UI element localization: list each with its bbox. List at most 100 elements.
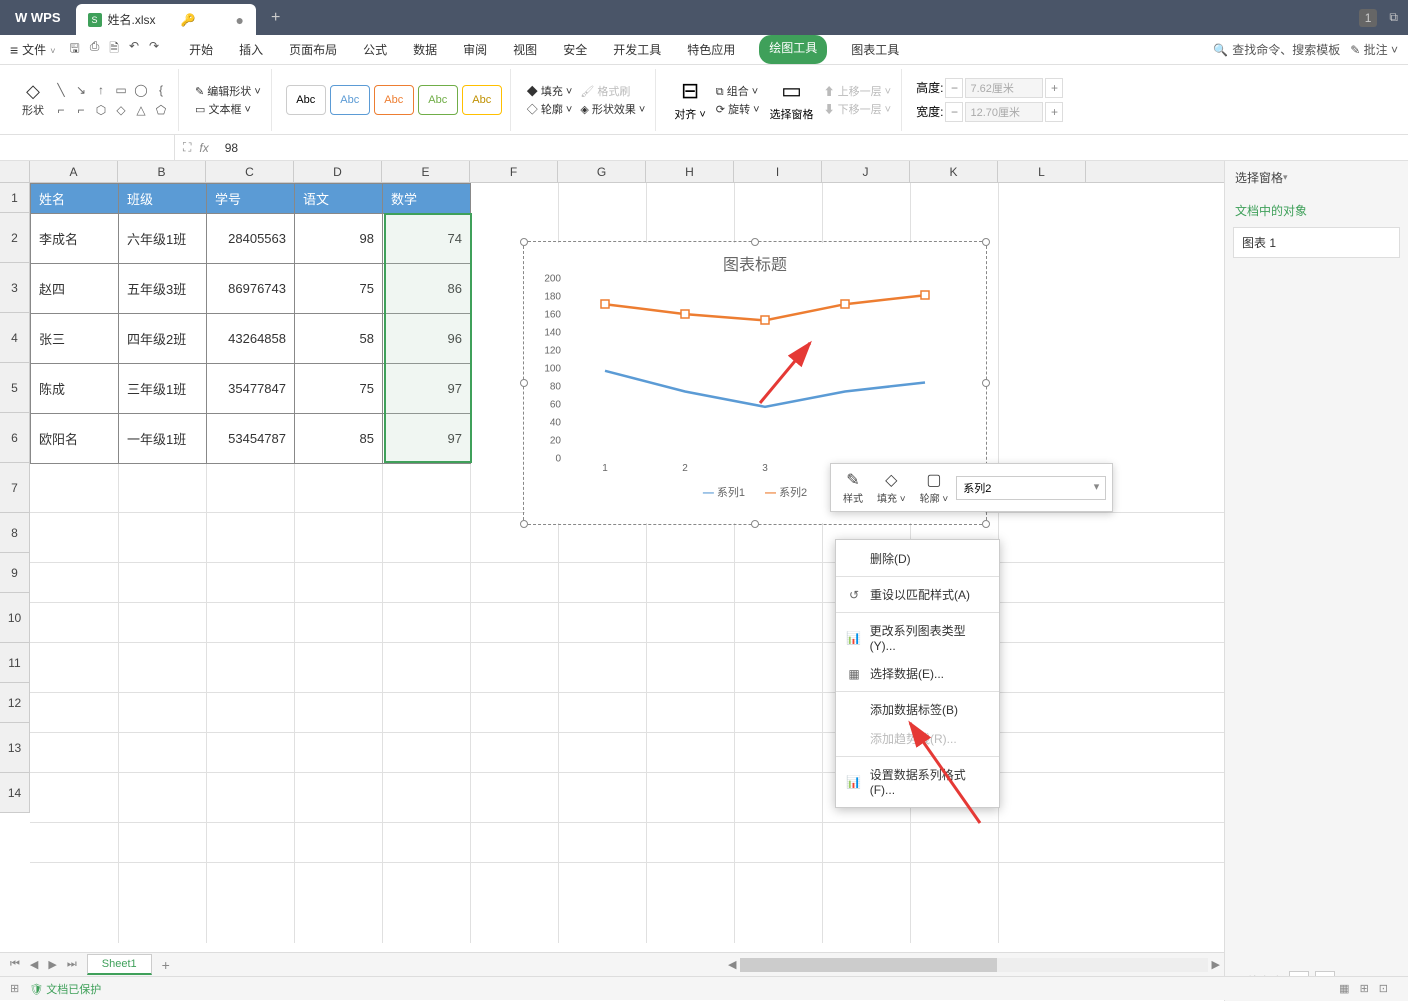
colhead-H[interactable]: H [646, 161, 734, 182]
rownum-13[interactable]: 13 [0, 723, 30, 773]
align-button[interactable]: ⊟ 对齐 ˅ [670, 74, 709, 126]
shape-gallery[interactable]: ╲↘↑▭◯{ ⌐⌐⬡◇△⬠ [52, 81, 170, 119]
tab-start[interactable]: 开始 [187, 35, 215, 64]
colhead-C[interactable]: C [206, 161, 294, 182]
style-preset-5[interactable]: Abc [462, 85, 502, 115]
style-preset-1[interactable]: Abc [286, 85, 326, 115]
sheet-first-icon[interactable]: ⏮ [6, 956, 24, 973]
header-math[interactable]: 数学 [383, 184, 471, 214]
width-input[interactable] [965, 102, 1043, 122]
tab-drawing-tools[interactable]: 绘图工具 [759, 35, 827, 64]
ctx-change-chart-type[interactable]: 📊 更改系列图表类型(Y)... [836, 616, 999, 659]
rownum-14[interactable]: 14 [0, 773, 30, 813]
tab-formula[interactable]: 公式 [361, 35, 389, 64]
rownum-10[interactable]: 10 [0, 593, 30, 643]
selection-pane-button[interactable]: ▭ 选择窗格 [766, 74, 818, 126]
rotate-button[interactable]: ⟳ 旋转 ˅ [716, 101, 760, 117]
colhead-L[interactable]: L [998, 161, 1086, 182]
series-selector[interactable]: 系列2 [956, 476, 1106, 500]
name-box[interactable] [0, 135, 175, 160]
style-preset-2[interactable]: Abc [330, 85, 370, 115]
ctx-reset-style[interactable]: ↺ 重设以匹配样式(A) [836, 580, 999, 609]
tab-close-icon[interactable]: ● [235, 12, 243, 28]
colhead-B[interactable]: B [118, 161, 206, 182]
rownum-3[interactable]: 3 [0, 263, 30, 313]
chart-plot-area[interactable]: 0 20 40 60 80 100 120 140 160 180 200 [565, 279, 965, 459]
rownum-11[interactable]: 11 [0, 643, 30, 683]
rownum-4[interactable]: 4 [0, 313, 30, 363]
fullscreen-icon[interactable]: ⛶ [183, 140, 191, 155]
rownum-2[interactable]: 2 [0, 213, 30, 263]
header-studentid[interactable]: 学号 [207, 184, 295, 214]
height-input[interactable] [965, 78, 1043, 98]
colhead-A[interactable]: A [30, 161, 118, 182]
undo-icon[interactable]: ↶ [129, 39, 139, 60]
add-sheet-button[interactable]: + [152, 957, 180, 973]
rownum-6[interactable]: 6 [0, 413, 30, 463]
view-page-icon[interactable]: ⊞ [1360, 982, 1369, 995]
fx-button[interactable]: fx [199, 141, 208, 155]
comment-button[interactable]: ✎ 批注 ˅ [1350, 41, 1398, 58]
view-custom-icon[interactable]: ⊡ [1379, 982, 1388, 995]
colhead-J[interactable]: J [822, 161, 910, 182]
colhead-D[interactable]: D [294, 161, 382, 182]
selection-pane-item[interactable]: 图表 1 [1233, 227, 1400, 258]
print-icon[interactable]: ⎙ [90, 39, 100, 60]
shapes-button[interactable]: ◇ 形状 [18, 77, 48, 122]
ctx-select-data[interactable]: ▦ 选择数据(E)... [836, 659, 999, 688]
rownum-8[interactable]: 8 [0, 513, 30, 553]
rownum-12[interactable]: 12 [0, 683, 30, 723]
rownum-1[interactable]: 1 [0, 183, 30, 213]
style-preset-3[interactable]: Abc [374, 85, 414, 115]
width-decrement[interactable]: − [945, 102, 963, 122]
rownum-5[interactable]: 5 [0, 363, 30, 413]
width-increment[interactable]: + [1045, 102, 1063, 122]
document-tab[interactable]: S 姓名.xlsx 🔑 ● [76, 4, 256, 35]
selection-pane-title[interactable]: 选择窗格 [1225, 161, 1408, 194]
tab-devtools[interactable]: 开发工具 [611, 35, 663, 64]
tab-chart-tools[interactable]: 图表工具 [849, 35, 901, 64]
horizontal-scrollbar[interactable]: ◀ ▶ [724, 958, 1224, 972]
sheet-last-icon[interactable]: ⏭ [63, 956, 81, 973]
formula-input[interactable]: 98 [217, 141, 1408, 155]
colhead-I[interactable]: I [734, 161, 822, 182]
mini-fill-button[interactable]: ◇ 填充 ˅ [871, 468, 912, 507]
ctx-add-data-labels[interactable]: 添加数据标签(B) [836, 695, 999, 724]
rownum-9[interactable]: 9 [0, 553, 30, 593]
sheet-next-icon[interactable]: ▶ [44, 956, 60, 973]
select-all-corner[interactable] [0, 161, 30, 182]
window-count-badge[interactable]: 1 [1359, 9, 1378, 27]
colhead-F[interactable]: F [470, 161, 558, 182]
header-name[interactable]: 姓名 [31, 184, 119, 214]
view-normal-icon[interactable]: ▦ [1339, 982, 1349, 995]
spreadsheet-grid[interactable]: A B C D E F G H I J K L 1 2 3 4 5 6 7 8 … [0, 161, 1224, 1001]
add-tab-button[interactable]: + [256, 9, 295, 27]
mini-outline-button[interactable]: ▢ 轮廓 ˅ [914, 468, 955, 507]
rownum-7[interactable]: 7 [0, 463, 30, 513]
layout-icon[interactable]: ⊞ [10, 982, 19, 995]
colhead-E[interactable]: E [382, 161, 470, 182]
ctx-format-data-series[interactable]: 📊 设置数据系列格式(F)... [836, 760, 999, 803]
tab-insert[interactable]: 插入 [237, 35, 265, 64]
header-class[interactable]: 班级 [119, 184, 207, 214]
tab-security[interactable]: 安全 [561, 35, 589, 64]
colhead-K[interactable]: K [910, 161, 998, 182]
shape-effects-button[interactable]: ◈ 形状效果 ˅ [580, 101, 645, 117]
height-decrement[interactable]: − [945, 78, 963, 98]
group-button[interactable]: ⧉ 组合 ˅ [716, 83, 760, 99]
sheet-prev-icon[interactable]: ◀ [26, 956, 42, 973]
style-preset-4[interactable]: Abc [418, 85, 458, 115]
tab-pagelayout[interactable]: 页面布局 [287, 35, 339, 64]
mini-style-button[interactable]: ✎ 样式 [837, 468, 869, 507]
fill-button[interactable]: ◆ 填充 ˅ [527, 83, 573, 99]
redo-icon[interactable]: ↷ [149, 39, 159, 60]
file-menu[interactable]: 文件 [10, 41, 55, 58]
tab-special[interactable]: 特色应用 [685, 35, 737, 64]
command-search[interactable]: 🔍 查找命令、搜索模板 [1213, 41, 1340, 58]
window-options-icon[interactable]: ⧉ [1389, 10, 1398, 25]
outline-button[interactable]: ◇ 轮廓 ˅ [527, 101, 573, 117]
tab-view[interactable]: 视图 [511, 35, 539, 64]
chart-series-1[interactable] [605, 371, 925, 407]
edit-shape-button[interactable]: ✎ 编辑形状 ˅ [195, 83, 261, 99]
tab-data[interactable]: 数据 [411, 35, 439, 64]
